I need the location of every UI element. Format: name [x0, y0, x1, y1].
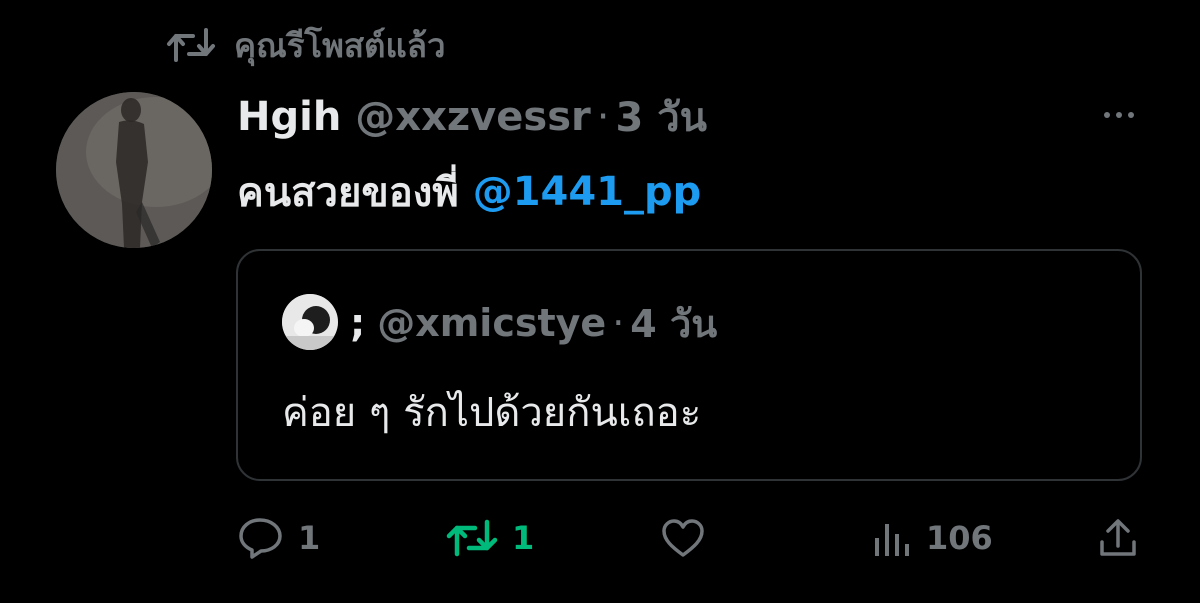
- quoted-avatar-image: [282, 294, 338, 350]
- repost-label: คุณรีโพสต์แล้ว: [234, 25, 446, 65]
- quoted-post-time[interactable]: 4 วัน: [630, 293, 717, 354]
- like-button[interactable]: [660, 512, 706, 564]
- more-options-icon[interactable]: [1096, 100, 1142, 130]
- post-header: Hgih @xxzvessr · 3 วัน: [237, 88, 707, 146]
- heart-icon: [662, 519, 704, 557]
- views-count: 106: [926, 519, 993, 557]
- repost-button[interactable]: 1: [446, 512, 534, 564]
- author-handle[interactable]: @xxzvessr: [355, 94, 590, 140]
- separator-dot: ·: [612, 301, 625, 345]
- share-button[interactable]: [1096, 512, 1140, 564]
- repost-icon: [167, 28, 215, 62]
- quoted-author-handle[interactable]: @xmicstye: [377, 301, 606, 345]
- quoted-author-name[interactable]: ;: [350, 301, 365, 345]
- views-chart-icon: [875, 524, 909, 556]
- author-name[interactable]: Hgih: [237, 94, 341, 140]
- separator-dot: ·: [596, 94, 610, 140]
- repost-count: 1: [512, 519, 535, 557]
- repost-indicator: คุณรีโพสต์แล้ว: [166, 22, 446, 68]
- reply-button[interactable]: 1: [238, 512, 320, 564]
- shadow-figure-image: [56, 92, 212, 248]
- quoted-post-text: ค่อย ๆ รักไปด้วยกันเถอะ: [282, 390, 702, 436]
- reply-count: 1: [298, 519, 321, 557]
- quoted-post-header: ; @xmicstye · 4 วัน: [350, 296, 717, 350]
- reply-icon: [239, 518, 282, 559]
- views-button[interactable]: 106: [872, 512, 993, 564]
- post-text-body: คนสวยของพี่: [237, 170, 459, 216]
- post-time[interactable]: 3 วัน: [615, 85, 707, 149]
- repost-active-icon: [446, 519, 498, 557]
- mention-link[interactable]: @1441_pp: [473, 169, 702, 215]
- share-icon: [1100, 519, 1136, 556]
- quoted-post-card[interactable]: [236, 249, 1142, 481]
- quoted-author-avatar[interactable]: [282, 294, 338, 350]
- post-text: คนสวยของพี่ @1441_pp: [237, 162, 701, 222]
- author-avatar[interactable]: [56, 92, 212, 248]
